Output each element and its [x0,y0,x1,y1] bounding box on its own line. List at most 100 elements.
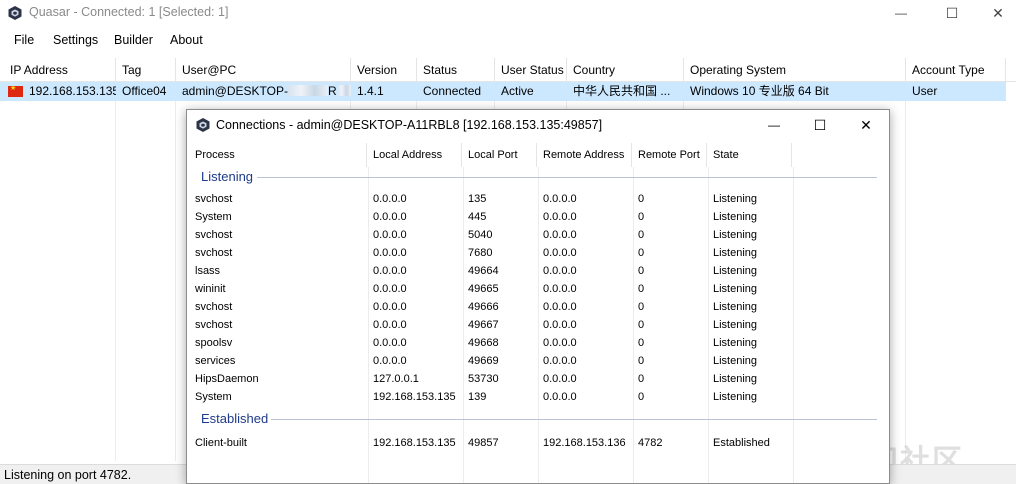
clients-list-header: IP Address Tag User@PC Version Status Us… [0,58,1016,82]
cell-remote-address: 0.0.0.0 [543,229,577,241]
col-state[interactable]: State [707,143,792,167]
connection-row[interactable]: svchost 0.0.0.0 5040 0.0.0.0 0 Listening [189,226,887,244]
quasar-app-icon [8,6,22,20]
client-user-pc: admin@DESKTOP- R [176,82,351,101]
col-account-type[interactable]: Account Type [906,58,1006,82]
cell-local-address: 127.0.0.1 [373,373,419,385]
cell-local-address: 192.168.153.135 [373,391,456,403]
main-title-bar: Quasar - Connected: 1 [Selected: 1] — ☐ … [0,0,1016,26]
connection-row[interactable]: HipsDaemon 127.0.0.1 53730 0.0.0.0 0 Listenin… [189,370,887,388]
cell-remote-address: 0.0.0.0 [543,319,577,331]
col-remote-address[interactable]: Remote Address [537,143,632,167]
cell-state: Listening [713,229,758,241]
cell-state: Listening [713,211,758,223]
cell-remote-port: 0 [638,391,645,403]
cell-process: svchost [195,229,233,241]
cell-remote-address: 0.0.0.0 [543,355,577,367]
col-tag[interactable]: Tag [116,58,176,82]
cell-remote-port: 0 [638,319,645,331]
col-operating-system[interactable]: Operating System [684,58,906,82]
connection-row[interactable]: svchost 0.0.0.0 49667 0.0.0.0 0 Listening [189,316,887,334]
dialog-title: Connections - admin@DESKTOP-A11RBL8 [192… [216,118,603,132]
client-country: 中华人民共和国 ... [573,84,671,98]
col-status[interactable]: Status [417,58,495,82]
cell-local-port: 49669 [468,355,499,367]
cell-local-port: 7680 [468,247,493,259]
connection-row[interactable]: spoolsv 0.0.0.0 49668 0.0.0.0 0 Listening [189,334,887,352]
cell-remote-port: 4782 [638,437,663,449]
group-label-established[interactable]: Established [201,411,268,426]
cell-local-address: 0.0.0.0 [373,229,407,241]
cell-remote-address: 0.0.0.0 [543,373,577,385]
group-label-listening[interactable]: Listening [201,169,253,184]
cell-local-address: 0.0.0.0 [373,355,407,367]
minimize-button[interactable]: — [878,0,924,26]
dialog-title-bar[interactable]: Connections - admin@DESKTOP-A11RBL8 [192… [187,110,889,140]
cell-process: svchost [195,301,233,313]
cell-process: svchost [195,193,233,205]
col-user-status[interactable]: User Status [495,58,567,82]
connections-dialog: Connections - admin@DESKTOP-A11RBL8 [192… [186,109,890,484]
connection-row[interactable]: System 192.168.153.135 139 0.0.0.0 0 Listenin… [189,388,887,406]
dialog-close-button[interactable]: ✕ [843,110,889,140]
cell-local-address: 0.0.0.0 [373,319,407,331]
col-remote-port[interactable]: Remote Port [632,143,707,167]
client-user-pc-prefix: admin@DESKTOP- [182,84,288,98]
menu-settings[interactable]: Settings [53,33,98,47]
cell-remote-port: 0 [638,337,645,349]
col-version[interactable]: Version [351,58,417,82]
connection-row[interactable]: svchost 0.0.0.0 135 0.0.0.0 0 Listening [189,190,887,208]
cell-local-port: 445 [468,211,487,223]
connection-row[interactable]: services 0.0.0.0 49669 0.0.0.0 0 Listening [189,352,887,370]
cell-process: lsass [195,265,221,277]
connection-row[interactable]: wininit 0.0.0.0 49665 0.0.0.0 0 Listening [189,280,887,298]
connection-row[interactable]: System 0.0.0.0 445 0.0.0.0 0 Listening [189,208,887,226]
cell-remote-port: 0 [638,211,645,223]
menu-file[interactable]: File [14,33,34,47]
cell-process: services [195,355,236,367]
cell-remote-address: 0.0.0.0 [543,193,577,205]
connection-row[interactable]: svchost 0.0.0.0 7680 0.0.0.0 0 Listening [189,244,887,262]
col-local-address[interactable]: Local Address [367,143,462,167]
col-ip-address[interactable]: IP Address [4,58,116,82]
cell-state: Listening [713,391,758,403]
cell-remote-address: 0.0.0.0 [543,247,577,259]
menu-bar: File Settings Builder About [0,30,1016,52]
menu-builder[interactable]: Builder [114,33,153,47]
cell-remote-port: 0 [638,229,645,241]
cell-process: System [195,391,232,403]
connection-row[interactable]: svchost 0.0.0.0 49666 0.0.0.0 0 Listening [189,298,887,316]
cell-remote-address: 0.0.0.0 [543,283,577,295]
cell-remote-port: 0 [638,265,645,277]
china-flag-icon: ★ [8,85,23,97]
close-button[interactable]: ✕ [975,0,1016,26]
col-process[interactable]: Process [189,143,367,167]
cell-local-port: 49668 [468,337,499,349]
client-user-status: Active [501,84,534,98]
connection-row[interactable]: Client-built 192.168.153.135 49857 192.168.… [189,434,887,452]
menu-about[interactable]: About [170,33,203,47]
client-tag: Office04 [122,84,167,98]
cell-process: HipsDaemon [195,373,259,385]
cell-local-address: 0.0.0.0 [373,301,407,313]
cell-remote-address: 0.0.0.0 [543,265,577,277]
cell-local-address: 0.0.0.0 [373,283,407,295]
cell-state: Listening [713,373,758,385]
cell-local-port: 139 [468,391,487,403]
client-status: Connected [423,84,482,98]
cell-local-port: 49664 [468,265,499,277]
client-user-pc-suffix: R [328,84,337,98]
cell-remote-port: 0 [638,301,645,313]
dialog-maximize-button[interactable]: ☐ [797,110,843,140]
window-title: Quasar - Connected: 1 [Selected: 1] [29,5,229,19]
cell-local-port: 49665 [468,283,499,295]
cell-local-address: 0.0.0.0 [373,337,407,349]
cell-local-address: 0.0.0.0 [373,265,407,277]
col-local-port[interactable]: Local Port [462,143,537,167]
col-country[interactable]: Country [567,58,684,82]
col-user-pc[interactable]: User@PC [176,58,351,82]
connection-row[interactable]: lsass 0.0.0.0 49664 0.0.0.0 0 Listening [189,262,887,280]
maximize-button[interactable]: ☐ [929,0,975,26]
client-row[interactable]: ★ 192.168.153.135 Office04 admin@DESKTOP… [0,82,1006,101]
dialog-minimize-button[interactable]: — [751,110,797,140]
